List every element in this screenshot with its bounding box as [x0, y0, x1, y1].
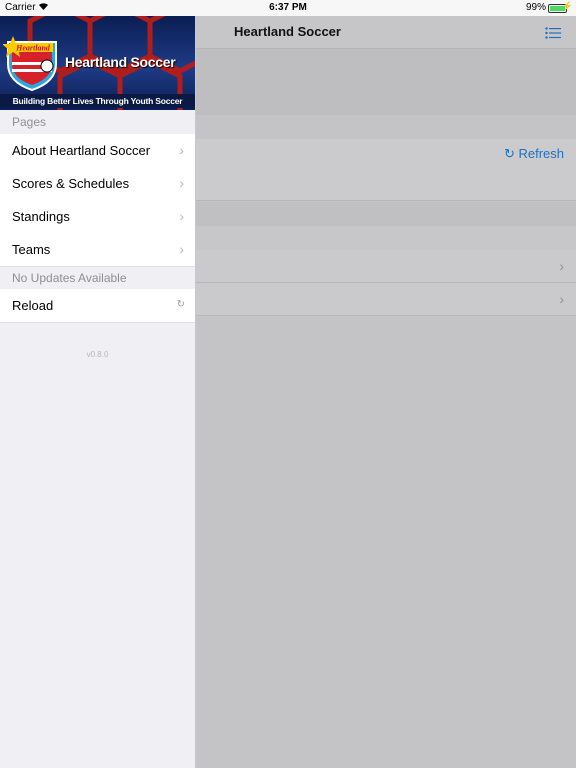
updates-section-header: No Updates Available [0, 266, 195, 290]
section-spacer [195, 115, 576, 139]
sidebar-item-teams[interactable]: Teams › [0, 233, 195, 267]
nav-bar: Heartland Soccer [195, 16, 576, 49]
reload-label: Reload [12, 298, 54, 313]
content-block [195, 49, 576, 115]
section-header-label: No Updates Available [12, 271, 127, 285]
reload-icon: ↻ [176, 299, 185, 310]
page-title: Heartland Soccer [234, 24, 341, 39]
chevron-right-icon: › [559, 291, 564, 307]
sidebar-item-label: About Heartland Soccer [12, 143, 151, 158]
banner-tagline: Building Better Lives Through Youth Socc… [0, 94, 195, 108]
sidebar-item-label: Scores & Schedules [12, 176, 130, 191]
chevron-right-icon: › [179, 208, 184, 224]
reload-button[interactable]: Reload ↻ [0, 289, 195, 323]
banner-title: Heartland Soccer [65, 54, 176, 70]
version-label: v0.8.0 [86, 350, 109, 359]
chevron-right-icon: › [559, 258, 564, 274]
charging-icon: ⚡ [561, 1, 573, 11]
section-spacer [195, 226, 576, 250]
sidebar-item-label: Standings [12, 209, 70, 224]
chevron-right-icon: › [179, 241, 184, 257]
banner: Heartland Heartland Soccer Building Bett… [0, 16, 195, 110]
status-bar: Carrier 6:37 PM 99% ⚡ [0, 0, 576, 16]
refresh-label: Refresh [518, 146, 564, 161]
sidebar-item-label: Teams [12, 242, 51, 257]
sidebar-item-about[interactable]: About Heartland Soccer › [0, 134, 195, 168]
section-header-label: Pages [12, 115, 47, 129]
logo-text: Heartland [15, 44, 51, 53]
section-spacer [195, 202, 576, 226]
heartland-logo: Heartland [3, 36, 57, 92]
status-time: 6:37 PM [269, 2, 307, 13]
list-item[interactable]: › [195, 250, 576, 283]
chevron-right-icon: › [179, 142, 184, 158]
chevron-right-icon: › [179, 175, 184, 191]
battery-percent: 99% [525, 2, 546, 13]
refresh-button[interactable]: ↻ Refresh [504, 146, 564, 162]
main-content[interactable]: Heartland Soccer ↻ Refresh › › [195, 16, 576, 768]
sidebar-item-scores-schedules[interactable]: Scores & Schedules › [0, 167, 195, 201]
sidebar: Heartland Heartland Soccer Building Bett… [0, 16, 196, 768]
sidebar-item-standings[interactable]: Standings › [0, 200, 195, 234]
list-item[interactable]: › [195, 283, 576, 316]
refresh-icon: ↻ [503, 146, 515, 161]
pages-section-header: Pages [0, 110, 195, 134]
list-menu-icon[interactable] [545, 26, 561, 39]
